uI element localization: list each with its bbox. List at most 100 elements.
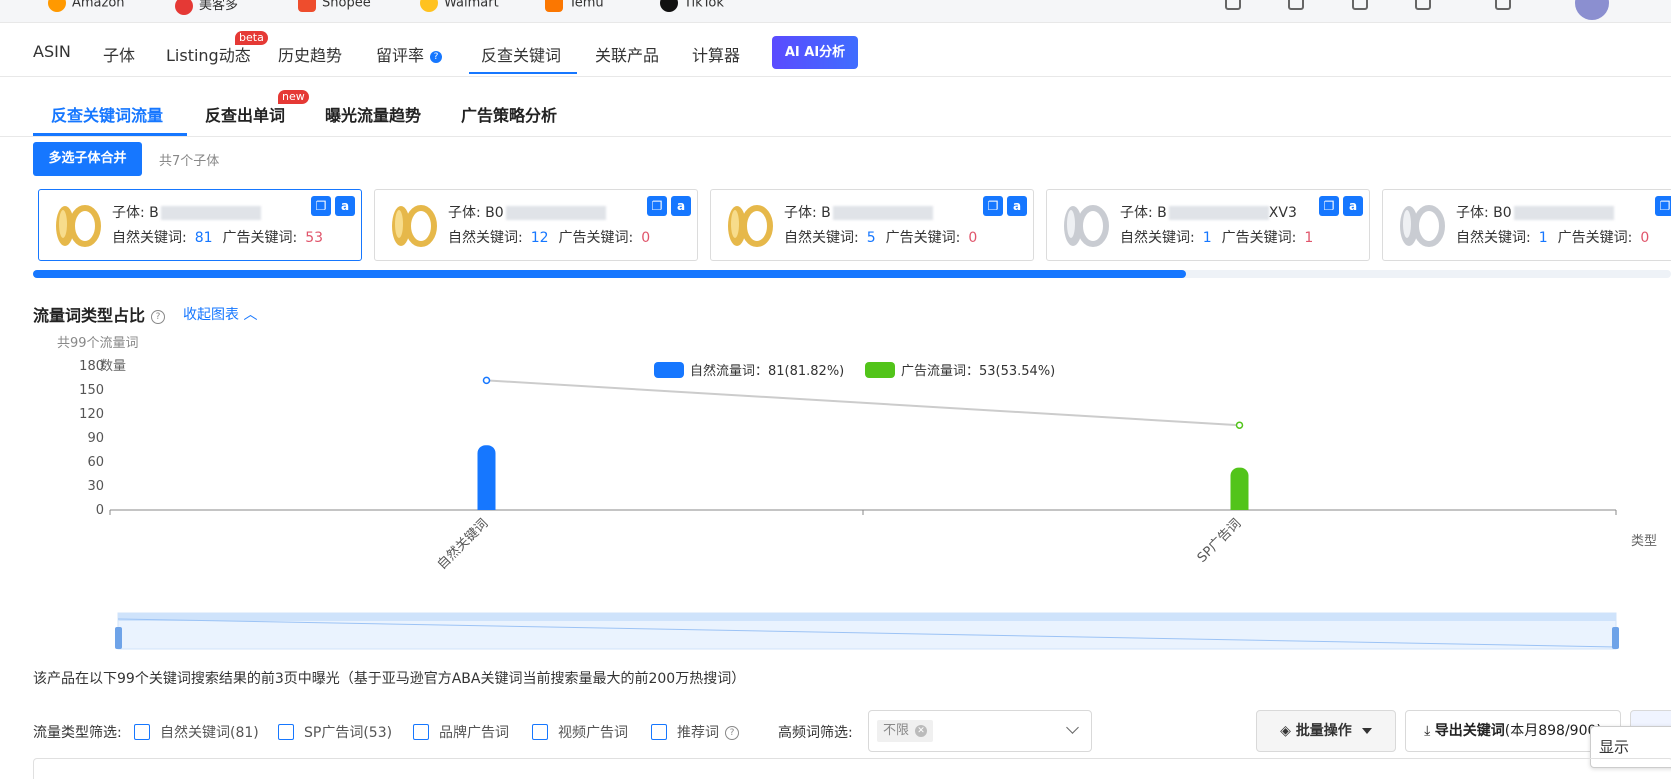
variant-keyword-stats: 自然关键词: 81 广告关键词: 53 — [112, 230, 324, 246]
copy-icon[interactable]: ❐ — [311, 196, 331, 216]
variant-asin: 子体: B — [784, 202, 933, 222]
scrollbar-thumb[interactable] — [33, 270, 1186, 278]
platform-tab-temu[interactable]: Temu — [545, 0, 604, 12]
y-tick-label: 180 — [79, 359, 104, 374]
y-tick-label: 150 — [79, 383, 104, 398]
filter-video-checkbox[interactable]: 视频广告词 — [532, 722, 628, 742]
platform-bar: Amazon 美客多 Shopee Walmart Temu TikTok — [0, 0, 1671, 23]
grid-icon[interactable] — [1288, 0, 1304, 10]
beta-badge: beta — [235, 31, 268, 45]
filter-recommend-checkbox[interactable]: 推荐词? — [651, 722, 739, 742]
earring-thumbnail — [392, 205, 437, 247]
variant-asin: 子体: B0 — [1456, 202, 1614, 222]
ai-analysis-button[interactable]: AI AI分析 — [772, 36, 858, 69]
collapse-chart-link[interactable]: 收起图表 ︿ — [183, 304, 257, 324]
keyword-description: 该产品在以下99个关键词搜索结果的前3页中曝光（基于亚马逊官方ABA关键词当前搜… — [33, 671, 746, 687]
help-icon: ? — [430, 50, 443, 63]
copy-icon[interactable]: ❐ — [1655, 196, 1671, 216]
earring-thumbnail — [1400, 205, 1445, 247]
section-title: 流量词类型占比? — [33, 302, 166, 326]
x-axis-label: 类型 — [1631, 534, 1657, 549]
tab-asin[interactable]: ASIN — [33, 42, 71, 61]
tab-ad-strategy[interactable]: 广告策略分析 — [461, 102, 557, 126]
merge-variants-button[interactable]: 多选子体合并 — [33, 142, 142, 176]
variant-card[interactable]: 子体: B 自然关键词: 5 广告关键词: 0 ❐ a — [710, 189, 1034, 261]
walmart-icon — [420, 0, 438, 12]
zoom-slider-top — [118, 613, 1616, 621]
tab-reverse-keywords[interactable]: 反查关键词 — [481, 42, 561, 66]
sub-nav: 反查关键词流量 反查出单词 new 曝光流量趋势 广告策略分析 — [0, 90, 1671, 137]
line-point — [1235, 421, 1244, 429]
main-nav: ASIN 子体 Listing动态 beta 历史趋势 留评率? 反查关键词 关… — [0, 24, 1671, 77]
variant-card[interactable]: 子体: B XV3 自然关键词: 1 广告关键词: 1 ❐ a — [1046, 189, 1370, 261]
y-tick-label: 90 — [87, 431, 104, 446]
tool-icon[interactable] — [1225, 0, 1241, 10]
cards-scrollbar[interactable] — [33, 270, 1671, 278]
variant-count: 共7个子体 — [159, 154, 220, 169]
variant-asin: 子体: B0 — [448, 202, 606, 222]
variant-asin: 子体: B — [112, 202, 261, 222]
bar-base — [477, 502, 496, 510]
amazon-link-icon[interactable]: a — [1007, 196, 1027, 216]
legend-label: 自然流量词：81(81.82%) — [690, 363, 844, 379]
amazon-link-icon[interactable]: a — [671, 196, 691, 216]
active-tab-underline — [469, 72, 577, 74]
y-tick-label: 60 — [87, 455, 104, 470]
avatar[interactable] — [1575, 0, 1609, 20]
platform-tab-shopee[interactable]: Shopee — [298, 0, 371, 12]
question-icon[interactable]: ? — [151, 309, 166, 324]
zoom-handle-right[interactable] — [1612, 627, 1619, 649]
filter-natural-checkbox[interactable]: 自然关键词(81) — [134, 722, 259, 742]
tab-listing[interactable]: Listing动态 — [166, 42, 251, 66]
platform-tab-mercado[interactable]: 美客多 — [175, 0, 238, 15]
variant-keyword-stats: 自然关键词: 12 广告关键词: 0 — [448, 230, 651, 246]
freq-filter-select[interactable]: 不限 ✕ — [868, 710, 1092, 752]
shopee-icon — [298, 0, 316, 12]
legend-swatch — [654, 362, 684, 378]
variant-keyword-stats: 自然关键词: 1 广告关键词: 0 — [1456, 230, 1650, 246]
variant-card[interactable]: 子体: B 自然关键词: 81 广告关键词: 53 ❐ a — [38, 189, 362, 261]
tab-order-keywords[interactable]: 反查出单词 — [205, 102, 285, 126]
tab-review-rate[interactable]: 留评率? — [376, 42, 443, 66]
filter-brand-checkbox[interactable]: 品牌广告词 — [413, 722, 509, 742]
close-icon[interactable]: ✕ — [915, 724, 928, 737]
filter-row: 流量类型筛选: 自然关键词(81) SP广告词(53) 品牌广告词 视频广告词 … — [33, 710, 1671, 752]
copy-icon[interactable]: ❐ — [1319, 196, 1339, 216]
notification-icon[interactable] — [1495, 0, 1511, 10]
legend-label: 广告流量词：53(53.54%) — [901, 364, 1055, 379]
tiktok-icon — [660, 0, 678, 12]
zoom-handle-left[interactable] — [115, 627, 122, 649]
location-icon[interactable] — [1352, 0, 1368, 10]
tab-calculator[interactable]: 计算器 — [692, 42, 740, 66]
series-line — [486, 379, 1240, 427]
filter-sp-checkbox[interactable]: SP广告词(53) — [278, 722, 392, 742]
tab-variants[interactable]: 子体 — [103, 42, 135, 66]
line-point — [482, 376, 491, 385]
y-tick-label: 120 — [79, 407, 104, 422]
export-keywords-button[interactable]: ⤓ 导出关键词(本月898/900) — [1405, 710, 1621, 752]
amazon-link-icon[interactable]: a — [1343, 196, 1363, 216]
tab-exposure-trend[interactable]: 曝光流量趋势 — [325, 102, 421, 126]
batch-action-button[interactable]: ◈ 批量操作 — [1256, 710, 1396, 752]
traffic-type-chart: 共99个流量词 数量 类型 0306090120150180自然关键词 SP广告词… — [57, 336, 1657, 650]
platform-tab-tiktok[interactable]: TikTok — [660, 0, 724, 12]
variant-card[interactable]: 子体: B0 自然关键词: 12 广告关键词: 0 ❐ a — [374, 189, 698, 261]
variant-card[interactable]: 子体: B0自然关键词:1广告关键词:0❐a — [1382, 189, 1671, 261]
new-badge: new — [278, 90, 309, 104]
amazon-link-icon[interactable]: a — [335, 196, 355, 216]
traffic-type-filter-label: 流量类型筛选: — [33, 725, 122, 741]
question-icon[interactable]: ? — [725, 726, 739, 740]
caret-down-icon — [1361, 728, 1372, 734]
temu-icon — [545, 0, 563, 12]
message-icon[interactable] — [1415, 0, 1431, 10]
platform-tab-walmart[interactable]: Walmart — [420, 0, 499, 12]
copy-icon[interactable]: ❐ — [983, 196, 1003, 216]
copy-icon[interactable]: ❐ — [647, 196, 667, 216]
x-tick-label: SP广告词 — [1195, 516, 1245, 566]
platform-tab-amazon[interactable]: Amazon — [48, 0, 125, 12]
tab-keyword-traffic[interactable]: 反查关键词流量 — [51, 102, 163, 126]
tab-history[interactable]: 历史趋势 — [278, 42, 342, 66]
earring-thumbnail — [728, 205, 773, 247]
y-tick-label: 0 — [96, 503, 104, 518]
tab-related-products[interactable]: 关联产品 — [595, 42, 659, 66]
